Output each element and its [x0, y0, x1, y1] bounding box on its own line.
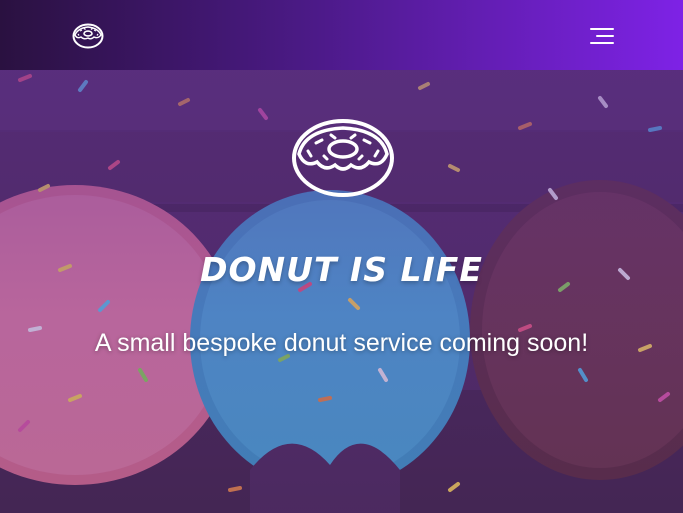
navbar: [0, 0, 683, 70]
donut-logo-icon[interactable]: [72, 22, 104, 50]
donut-icon: [291, 118, 395, 198]
menu-line: [590, 28, 614, 30]
menu-line: [590, 42, 614, 44]
hero-subtitle: A small bespoke donut service coming soo…: [94, 329, 589, 357]
hero-title: DONUT IS LIFE: [200, 250, 483, 289]
menu-line: [596, 35, 614, 37]
hamburger-menu-icon[interactable]: [586, 25, 614, 47]
page: DONUT IS LIFE A small bespoke donut serv…: [0, 0, 683, 513]
